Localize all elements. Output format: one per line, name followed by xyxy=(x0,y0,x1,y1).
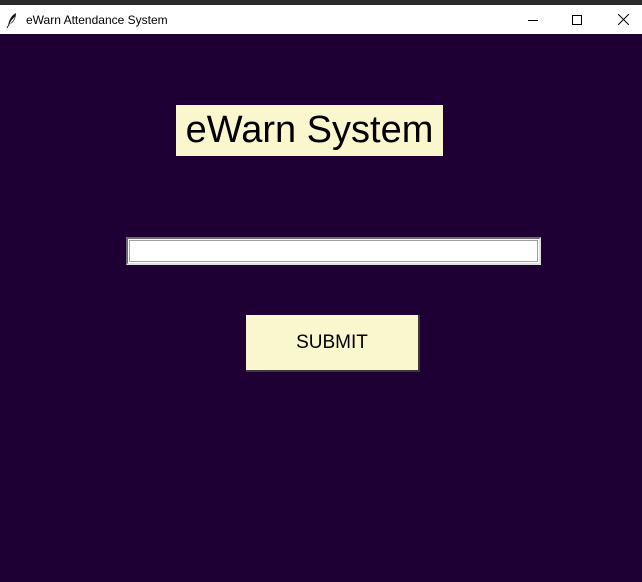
close-button[interactable] xyxy=(600,5,642,34)
maximize-button[interactable] xyxy=(554,5,600,34)
page-title: eWarn System xyxy=(176,105,443,156)
main-content: eWarn System SUBMIT xyxy=(0,34,642,582)
close-icon xyxy=(617,14,629,25)
minimize-icon xyxy=(528,15,538,25)
maximize-icon xyxy=(572,14,582,25)
title-bar[interactable]: eWarn Attendance System xyxy=(0,5,642,34)
app-window: eWarn Attendance System eWarn System SUB… xyxy=(0,0,642,582)
submit-button[interactable]: SUBMIT xyxy=(246,315,420,372)
attendance-input[interactable] xyxy=(126,237,541,265)
feather-icon xyxy=(6,12,18,29)
minimize-button[interactable] xyxy=(510,5,556,34)
window-title: eWarn Attendance System xyxy=(26,13,168,27)
